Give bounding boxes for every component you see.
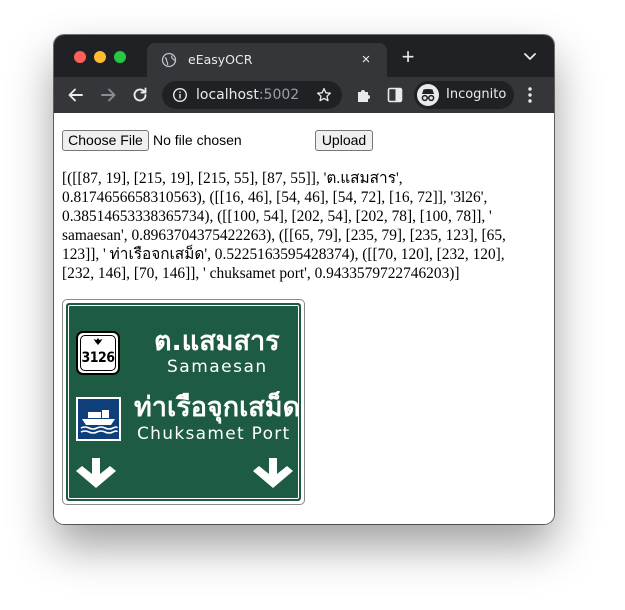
route-shield: 3126	[76, 331, 120, 375]
route-number: 3126	[81, 350, 115, 366]
file-status-text: No file chosen	[153, 132, 242, 148]
puzzle-icon[interactable]	[355, 86, 373, 104]
url-host: localhost	[196, 87, 259, 103]
new-tab-button[interactable]: +	[397, 46, 419, 69]
incognito-profile-button[interactable]: Incognito	[414, 81, 514, 109]
info-icon[interactable]	[172, 87, 188, 103]
close-icon[interactable]: ×	[357, 51, 375, 69]
incognito-icon	[417, 84, 439, 106]
choose-file-button[interactable]: Choose File	[62, 130, 149, 151]
url-port: :5002	[258, 87, 300, 103]
browser-window: eEasyOCR × + localhost:5002 Incognito Ch…	[54, 35, 554, 524]
window-maximize-button[interactable]	[114, 51, 126, 63]
address-bar[interactable]: localhost:5002	[162, 81, 342, 109]
road-sign: 3126 ต.แสมสาร Samaesan ท่าเรือจุกเสม็ด C…	[66, 303, 301, 501]
url-text: localhost:5002	[196, 87, 299, 103]
ferry-icon	[76, 397, 121, 441]
globe-icon	[161, 52, 177, 68]
sign-line1-thai: ต.แสมสาร	[154, 326, 280, 357]
back-arrow-icon[interactable]	[66, 85, 86, 105]
upload-button[interactable]: Upload	[315, 130, 373, 151]
side-panel-icon[interactable]	[387, 87, 403, 103]
page-content: Choose File No file chosen Upload [([[87…	[54, 113, 554, 524]
ocr-result-text: [([[87, 19], [215, 19], [215, 55], [87, …	[62, 170, 506, 282]
tab-bar: eEasyOCR × +	[54, 35, 554, 77]
down-arrow-icon	[76, 458, 116, 488]
sign-line2-english: Chuksamet Port	[137, 424, 291, 444]
kebab-menu-icon[interactable]	[526, 86, 534, 104]
down-arrow-icon	[253, 458, 293, 488]
star-icon[interactable]	[316, 87, 332, 103]
sign-line1-english: Samaesan	[167, 357, 268, 377]
reload-icon[interactable]	[130, 85, 150, 105]
forward-arrow-icon[interactable]	[98, 85, 118, 105]
incognito-label: Incognito	[446, 87, 507, 102]
garuda-emblem-icon	[93, 338, 103, 345]
window-close-button[interactable]	[74, 51, 86, 63]
chevron-down-icon[interactable]	[522, 51, 538, 63]
tab-title: eEasyOCR	[188, 52, 253, 67]
uploaded-image: 3126 ต.แสมสาร Samaesan ท่าเรือจุกเสม็ด C…	[62, 299, 305, 505]
window-minimize-button[interactable]	[94, 51, 106, 63]
tab-eeasyocr[interactable]: eEasyOCR ×	[147, 43, 387, 77]
browser-toolbar: localhost:5002 Incognito	[54, 77, 554, 113]
sign-line2-thai: ท่าเรือจุกเสม็ด	[134, 392, 301, 423]
